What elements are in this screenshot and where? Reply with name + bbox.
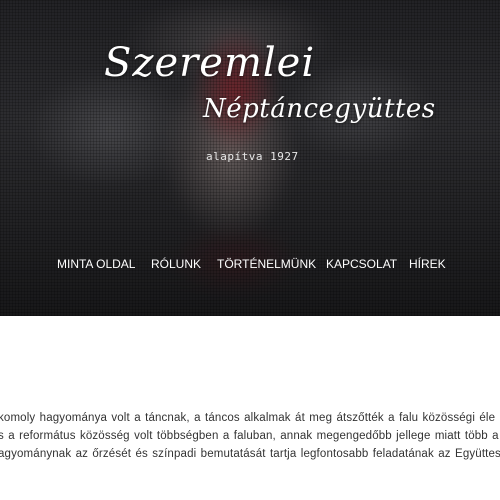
paragraph-line: komoly hagyománya volt a táncnak, a tánc…	[0, 412, 496, 424]
main-nav: MINTA OLDAL RÓLUNK TÖRTÉNELMÜNK KAPCSOLA…	[0, 257, 500, 275]
nav-item-kapcsolat[interactable]: KAPCSOLAT	[326, 257, 397, 271]
nav-item-rolunk[interactable]: RÓLUNK	[151, 257, 201, 271]
nav-item-minta-oldal[interactable]: MINTA OLDAL	[57, 257, 135, 271]
main-content: komoly hagyománya volt a táncnak, a tánc…	[0, 316, 500, 500]
hero-banner: Szeremlei Néptáncegyüttes alapítva 1927 …	[0, 0, 500, 316]
page: Szeremlei Néptáncegyüttes alapítva 1927 …	[0, 0, 500, 500]
site-title[interactable]: Szeremlei	[104, 40, 315, 86]
nav-item-tortenelmunk[interactable]: TÖRTÉNELMÜNK	[217, 257, 316, 271]
founded-tagline: alapítva 1927	[206, 150, 299, 163]
site-title-sub[interactable]: Néptáncegyüttes	[203, 94, 436, 124]
nav-item-hirek[interactable]: HÍREK	[409, 257, 446, 271]
paragraph-line: s a református közösség volt többségben …	[0, 430, 499, 442]
paragraph-line: agyománynak az őrzését és színpadi bemut…	[0, 448, 500, 460]
